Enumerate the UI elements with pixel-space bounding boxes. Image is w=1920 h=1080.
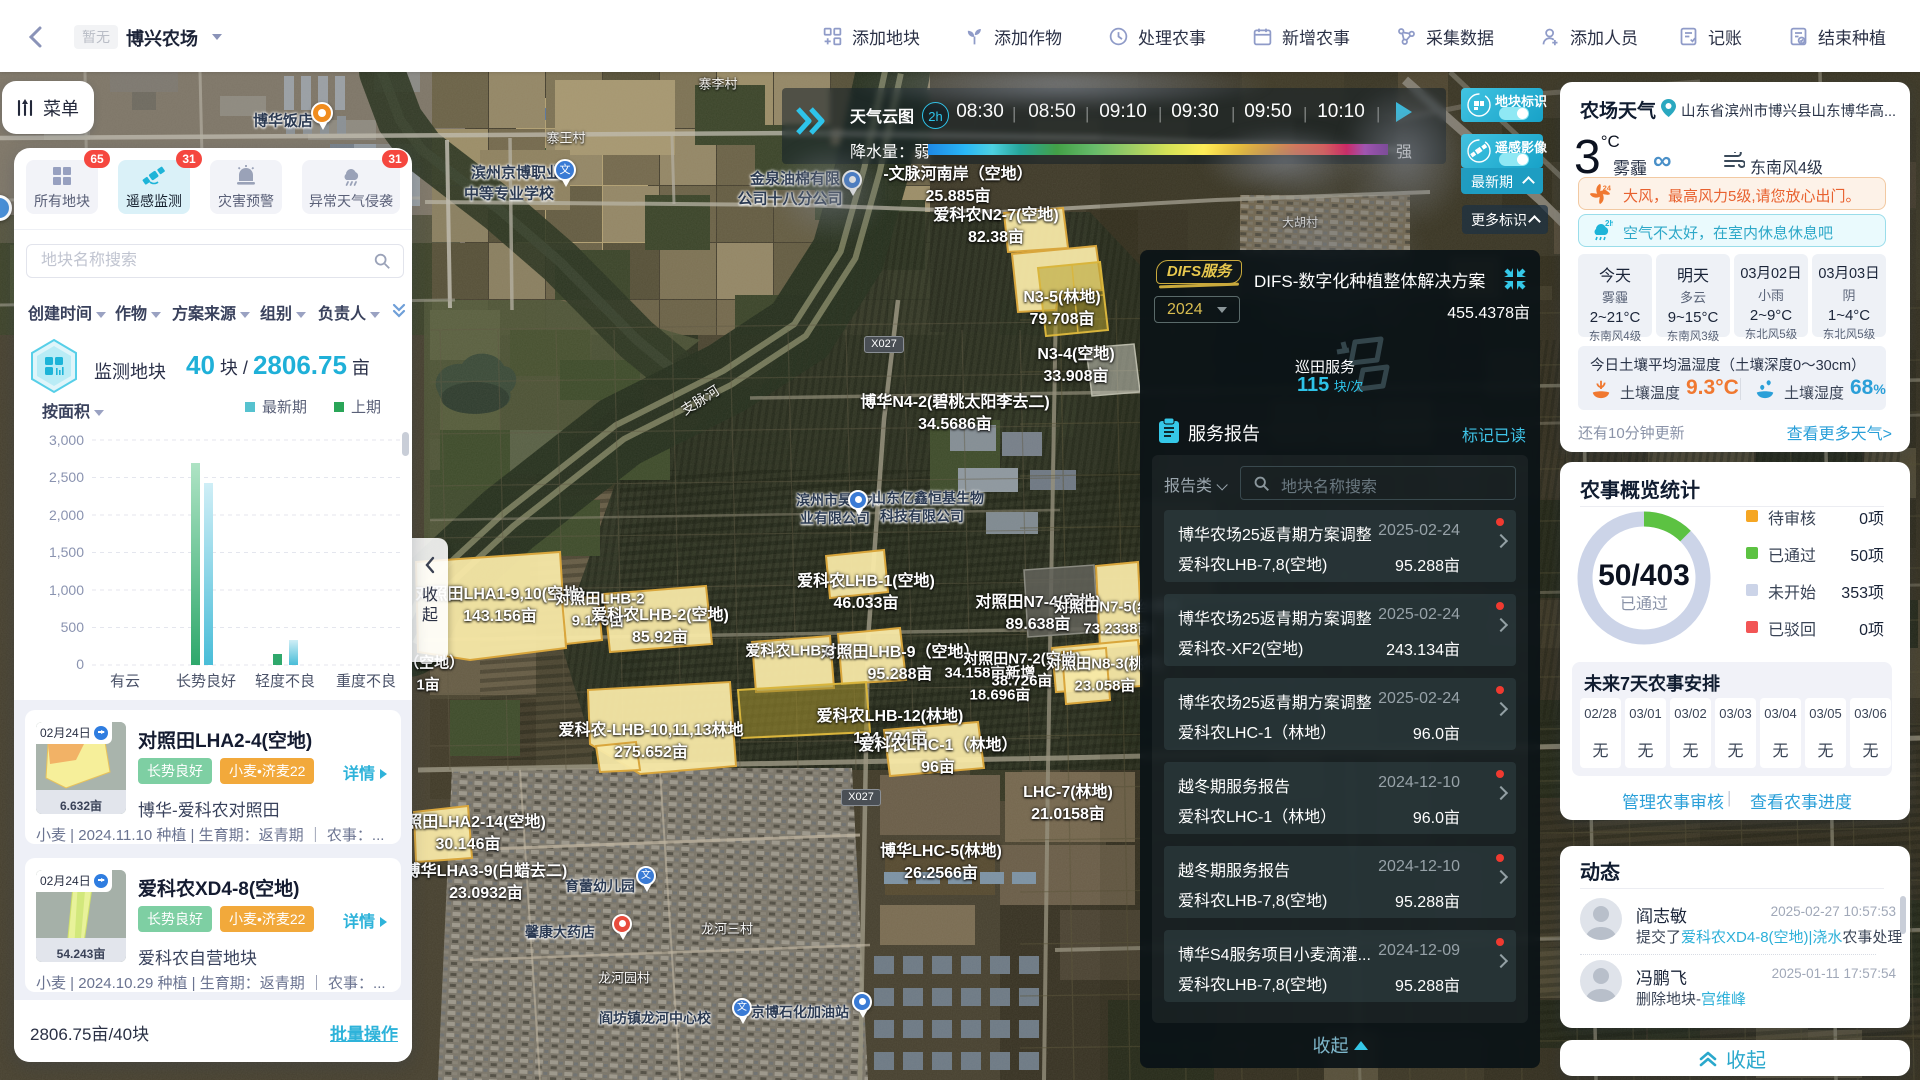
svg-text:500: 500	[61, 619, 85, 635]
svg-text:1,000: 1,000	[49, 582, 84, 598]
svg-text:24h: 24h	[1603, 183, 1611, 192]
svg-text:2,500: 2,500	[49, 469, 84, 485]
svg-text:长势良好: 长势良好	[176, 673, 236, 688]
svg-text:有云: 有云	[110, 673, 140, 688]
svg-text:重度不良: 重度不良	[336, 673, 396, 688]
svg-text:1,500: 1,500	[49, 544, 84, 560]
svg-text:2h: 2h	[1605, 220, 1613, 228]
svg-text:3,000: 3,000	[49, 432, 84, 448]
svg-text:0: 0	[76, 656, 84, 672]
svg-text:已通过: 已通过	[1620, 595, 1668, 613]
svg-text:50/403: 50/403	[1598, 559, 1690, 592]
svg-text:轻度不良: 轻度不良	[255, 673, 315, 688]
svg-text:2,000: 2,000	[49, 507, 84, 523]
